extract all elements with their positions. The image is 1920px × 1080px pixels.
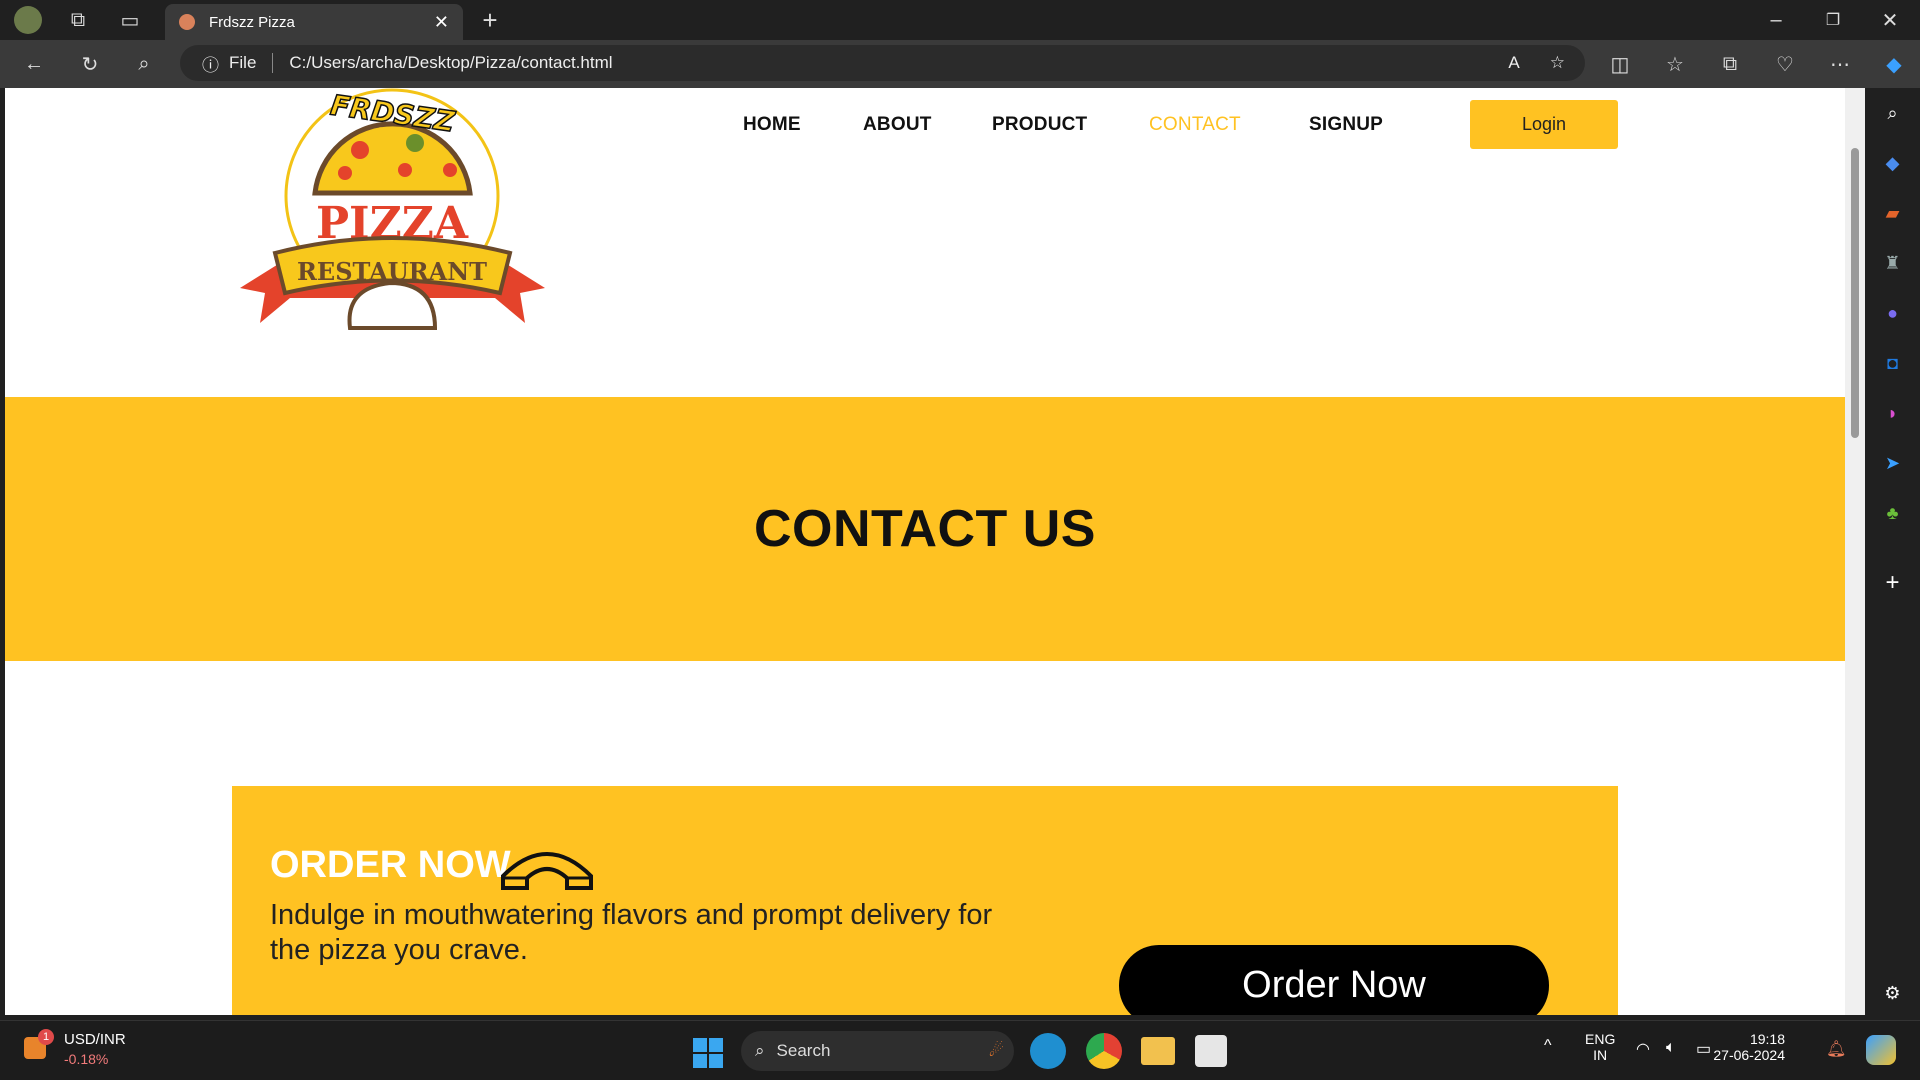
games-icon[interactable]: ♜: [1865, 238, 1920, 288]
page-viewport: FRDSZZ PIZZA RESTAURANT HOME ABOUT PRODU…: [5, 88, 1845, 1015]
wifi-icon[interactable]: ◠: [1636, 1039, 1650, 1059]
nav-contact[interactable]: CONTACT: [1149, 114, 1241, 136]
edge-app-icon[interactable]: [1030, 1033, 1066, 1069]
notification-bell-icon[interactable]: 🔔︎: [1826, 1039, 1846, 1059]
favorite-star-icon[interactable]: ☆: [1550, 53, 1565, 73]
scrollbar-thumb[interactable]: [1851, 148, 1859, 438]
windows-start-icon[interactable]: [693, 1038, 723, 1068]
ticker-label[interactable]: USD/INR: [64, 1031, 126, 1048]
taskbar-search[interactable]: ⌕ Search ☄: [741, 1031, 1014, 1071]
copilot-sidebar-icon[interactable]: ●: [1865, 288, 1920, 338]
favorites-icon[interactable]: ☆: [1657, 46, 1693, 82]
search-icon[interactable]: ⌕: [126, 46, 162, 82]
url-text[interactable]: C:/Users/archa/Desktop/Pizza/contact.htm…: [289, 53, 612, 73]
split-screen-icon[interactable]: ◫: [1602, 46, 1638, 82]
minimize-icon[interactable]: –: [1758, 2, 1794, 38]
url-scheme-label: File: [229, 53, 257, 72]
divider: [272, 53, 274, 73]
health-icon[interactable]: ♡: [1767, 46, 1803, 82]
refresh-icon[interactable]: ↻: [72, 46, 108, 82]
tab-title: Frdszz Pizza: [209, 13, 295, 31]
edge-sidebar: ⌕ ◆ ▰ ♜ ● ◘ ◗ ➤ ♣ + ⚙: [1865, 88, 1920, 1020]
restore-icon[interactable]: ❐: [1815, 2, 1851, 38]
copilot-taskbar-icon[interactable]: [1866, 1035, 1896, 1065]
info-icon[interactable]: ⓘ: [202, 51, 219, 76]
workspaces-icon[interactable]: ⧉: [60, 2, 96, 38]
order-heading: ORDER NOW: [270, 844, 511, 886]
address-bar[interactable]: ⓘ File C:/Users/archa/Desktop/Pizza/cont…: [180, 45, 1585, 81]
tab-actions-icon[interactable]: ▭: [112, 2, 148, 38]
order-now-button[interactable]: Order Now: [1119, 945, 1549, 1015]
ticker-change: -0.18%: [64, 1051, 109, 1067]
microsoft-store-icon[interactable]: [1195, 1035, 1227, 1067]
page-title: CONTACT US: [753, 500, 1096, 558]
shopping-tag-icon[interactable]: ◆: [1865, 138, 1920, 188]
back-icon[interactable]: ←: [16, 46, 52, 82]
nav-product[interactable]: PRODUCT: [992, 114, 1087, 136]
telephone-icon: [499, 846, 595, 901]
tools-icon[interactable]: ▰: [1865, 188, 1920, 238]
taskbar-search-label: Search: [776, 1041, 831, 1060]
order-now-section: ORDER NOW Indulge in mouthwatering flavo…: [232, 786, 1618, 1015]
close-tab-icon[interactable]: ✕: [434, 12, 449, 33]
time: 19:18: [1749, 1031, 1785, 1047]
search-icon: ⌕: [755, 1041, 765, 1060]
collections-icon[interactable]: ⧉: [1712, 46, 1748, 82]
file-explorer-icon[interactable]: [1141, 1037, 1175, 1065]
address-bar-row: ← ↻ ⌕ ⓘ File C:/Users/archa/Desktop/Pizz…: [0, 40, 1920, 88]
order-description: Indulge in mouthwatering flavors and pro…: [270, 899, 993, 966]
more-icon[interactable]: ⋯: [1822, 46, 1858, 82]
sidebar-search-icon[interactable]: ⌕: [1865, 88, 1920, 138]
send-icon[interactable]: ➤: [1865, 438, 1920, 488]
date: 27-06-2024: [1713, 1047, 1785, 1063]
volume-icon[interactable]: 🔈︎: [1666, 1039, 1676, 1057]
show-hidden-icons[interactable]: ^: [1544, 1037, 1552, 1055]
copilot-icon[interactable]: ◆: [1876, 46, 1912, 82]
nav-home[interactable]: HOME: [743, 114, 801, 136]
tab-bar: ⧉ ▭ Frdszz Pizza ✕ + – ❐ ✕: [0, 0, 1920, 40]
pizza-favicon-icon: [179, 14, 195, 30]
pizza-restaurant-logo[interactable]: FRDSZZ PIZZA RESTAURANT: [240, 88, 545, 348]
clock[interactable]: 19:18 27-06-2024: [1713, 1031, 1785, 1063]
outlook-icon[interactable]: ◘: [1865, 338, 1920, 388]
search-highlight-icon: ☄: [988, 1041, 1004, 1060]
chrome-app-icon[interactable]: [1086, 1033, 1122, 1069]
region-code: IN: [1593, 1047, 1608, 1063]
read-aloud-icon[interactable]: A: [1508, 53, 1519, 73]
language-code: ENG: [1585, 1031, 1616, 1047]
designer-icon[interactable]: ◗: [1865, 388, 1920, 438]
profile-avatar[interactable]: [14, 6, 42, 34]
nav-signup[interactable]: SIGNUP: [1309, 114, 1383, 136]
taskbar: 1 USD/INR -0.18% ⌕ Search ☄ ^ ENG IN ◠ 🔈…: [0, 1020, 1920, 1080]
close-window-icon[interactable]: ✕: [1872, 2, 1908, 38]
new-tab-icon[interactable]: +: [472, 2, 508, 38]
browser-tab[interactable]: Frdszz Pizza ✕: [165, 4, 463, 40]
settings-icon[interactable]: ⚙: [1865, 968, 1920, 1018]
notification-badge: 1: [38, 1029, 54, 1045]
tree-icon[interactable]: ♣: [1865, 488, 1920, 538]
nav-about[interactable]: ABOUT: [863, 114, 932, 136]
login-button[interactable]: Login: [1470, 100, 1618, 149]
contact-banner: CONTACT US: [5, 397, 1845, 661]
page-scrollbar[interactable]: [1845, 88, 1865, 1015]
add-sidebar-icon[interactable]: +: [1865, 558, 1920, 608]
language-indicator[interactable]: ENG IN: [1585, 1031, 1615, 1063]
